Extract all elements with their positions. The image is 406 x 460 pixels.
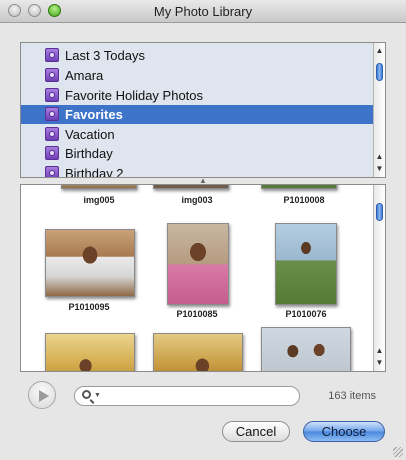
album-icon bbox=[45, 68, 59, 82]
album-item[interactable]: Last 3 Todays bbox=[21, 46, 375, 65]
scroll-up-arrow-icon[interactable]: ▲ bbox=[374, 345, 385, 357]
album-item[interactable]: Vacation bbox=[21, 125, 375, 144]
photo-scroll-thumb[interactable] bbox=[376, 203, 383, 221]
window-title: My Photo Library bbox=[153, 4, 253, 19]
photo-thumbnail[interactable] bbox=[45, 333, 135, 371]
scroll-up-arrow-icon[interactable]: ▲ bbox=[374, 45, 385, 57]
photo-thumbnail[interactable] bbox=[153, 185, 229, 189]
album-label: Last 3 Todays bbox=[65, 48, 145, 63]
slideshow-play-button[interactable] bbox=[28, 381, 56, 409]
photo-caption: P1010076 bbox=[285, 309, 327, 319]
album-icon bbox=[45, 127, 59, 141]
album-label: Birthday 2 bbox=[65, 166, 124, 178]
album-item[interactable]: Birthday 2 bbox=[21, 164, 375, 178]
album-item[interactable]: Birthday bbox=[21, 144, 375, 163]
photo-thumbnail[interactable] bbox=[153, 333, 243, 371]
search-icon bbox=[82, 390, 91, 399]
photo-thumbnail[interactable] bbox=[261, 185, 337, 189]
album-icon bbox=[45, 88, 59, 102]
item-count: 163 items bbox=[328, 390, 376, 402]
album-label: Amara bbox=[65, 68, 104, 83]
photo-grid: img005 img003 P1010008 P1010095 P1010085… bbox=[20, 184, 386, 372]
photo-caption: P1010095 bbox=[68, 302, 110, 312]
search-field[interactable]: ▼ bbox=[74, 386, 300, 406]
album-item[interactable]: Favorite Holiday Photos bbox=[21, 86, 375, 105]
album-list-scrollbar[interactable]: ▲ ▲ ▼ bbox=[373, 43, 385, 177]
album-icon bbox=[45, 166, 59, 177]
scroll-up-arrow-icon[interactable]: ▲ bbox=[374, 151, 385, 163]
album-item[interactable]: Amara bbox=[21, 66, 375, 85]
photo-thumbnail[interactable] bbox=[167, 223, 229, 305]
album-icon bbox=[45, 107, 59, 121]
album-label: Favorites bbox=[65, 107, 123, 122]
scroll-down-arrow-icon[interactable]: ▼ bbox=[374, 357, 385, 369]
title-bar: My Photo Library bbox=[0, 0, 406, 23]
photo-caption: img005 bbox=[83, 195, 115, 205]
photo-caption: P1010008 bbox=[283, 195, 325, 205]
album-scroll-thumb[interactable] bbox=[376, 63, 383, 81]
album-label: Favorite Holiday Photos bbox=[65, 88, 204, 103]
album-label: Vacation bbox=[65, 127, 115, 142]
photo-caption: img003 bbox=[181, 195, 213, 205]
photo-thumbnail[interactable] bbox=[275, 223, 337, 305]
search-menu-chevron-icon[interactable]: ▼ bbox=[94, 392, 101, 399]
choose-button[interactable]: Choose bbox=[303, 421, 385, 442]
album-icon bbox=[45, 48, 59, 62]
album-label: Birthday bbox=[65, 146, 113, 161]
cancel-button[interactable]: Cancel bbox=[222, 421, 290, 442]
album-item-selected[interactable]: Favorites bbox=[21, 105, 375, 124]
search-input[interactable] bbox=[105, 389, 297, 405]
photo-thumbnail[interactable] bbox=[45, 229, 135, 297]
photo-grid-scrollbar[interactable]: ▲ ▼ bbox=[373, 185, 385, 371]
scroll-down-arrow-icon[interactable]: ▼ bbox=[374, 163, 385, 175]
photo-thumbnail[interactable] bbox=[261, 327, 351, 371]
window-resize-handle[interactable] bbox=[393, 447, 403, 457]
album-list: Last 3 Todays Amara Favorite Holiday Pho… bbox=[20, 42, 386, 178]
photo-thumbnail[interactable] bbox=[61, 185, 137, 189]
album-icon bbox=[45, 146, 59, 160]
photo-picker-window: My Photo Library Last 3 Todays Amara Fav… bbox=[0, 0, 406, 460]
photo-caption: P1010085 bbox=[176, 309, 218, 319]
